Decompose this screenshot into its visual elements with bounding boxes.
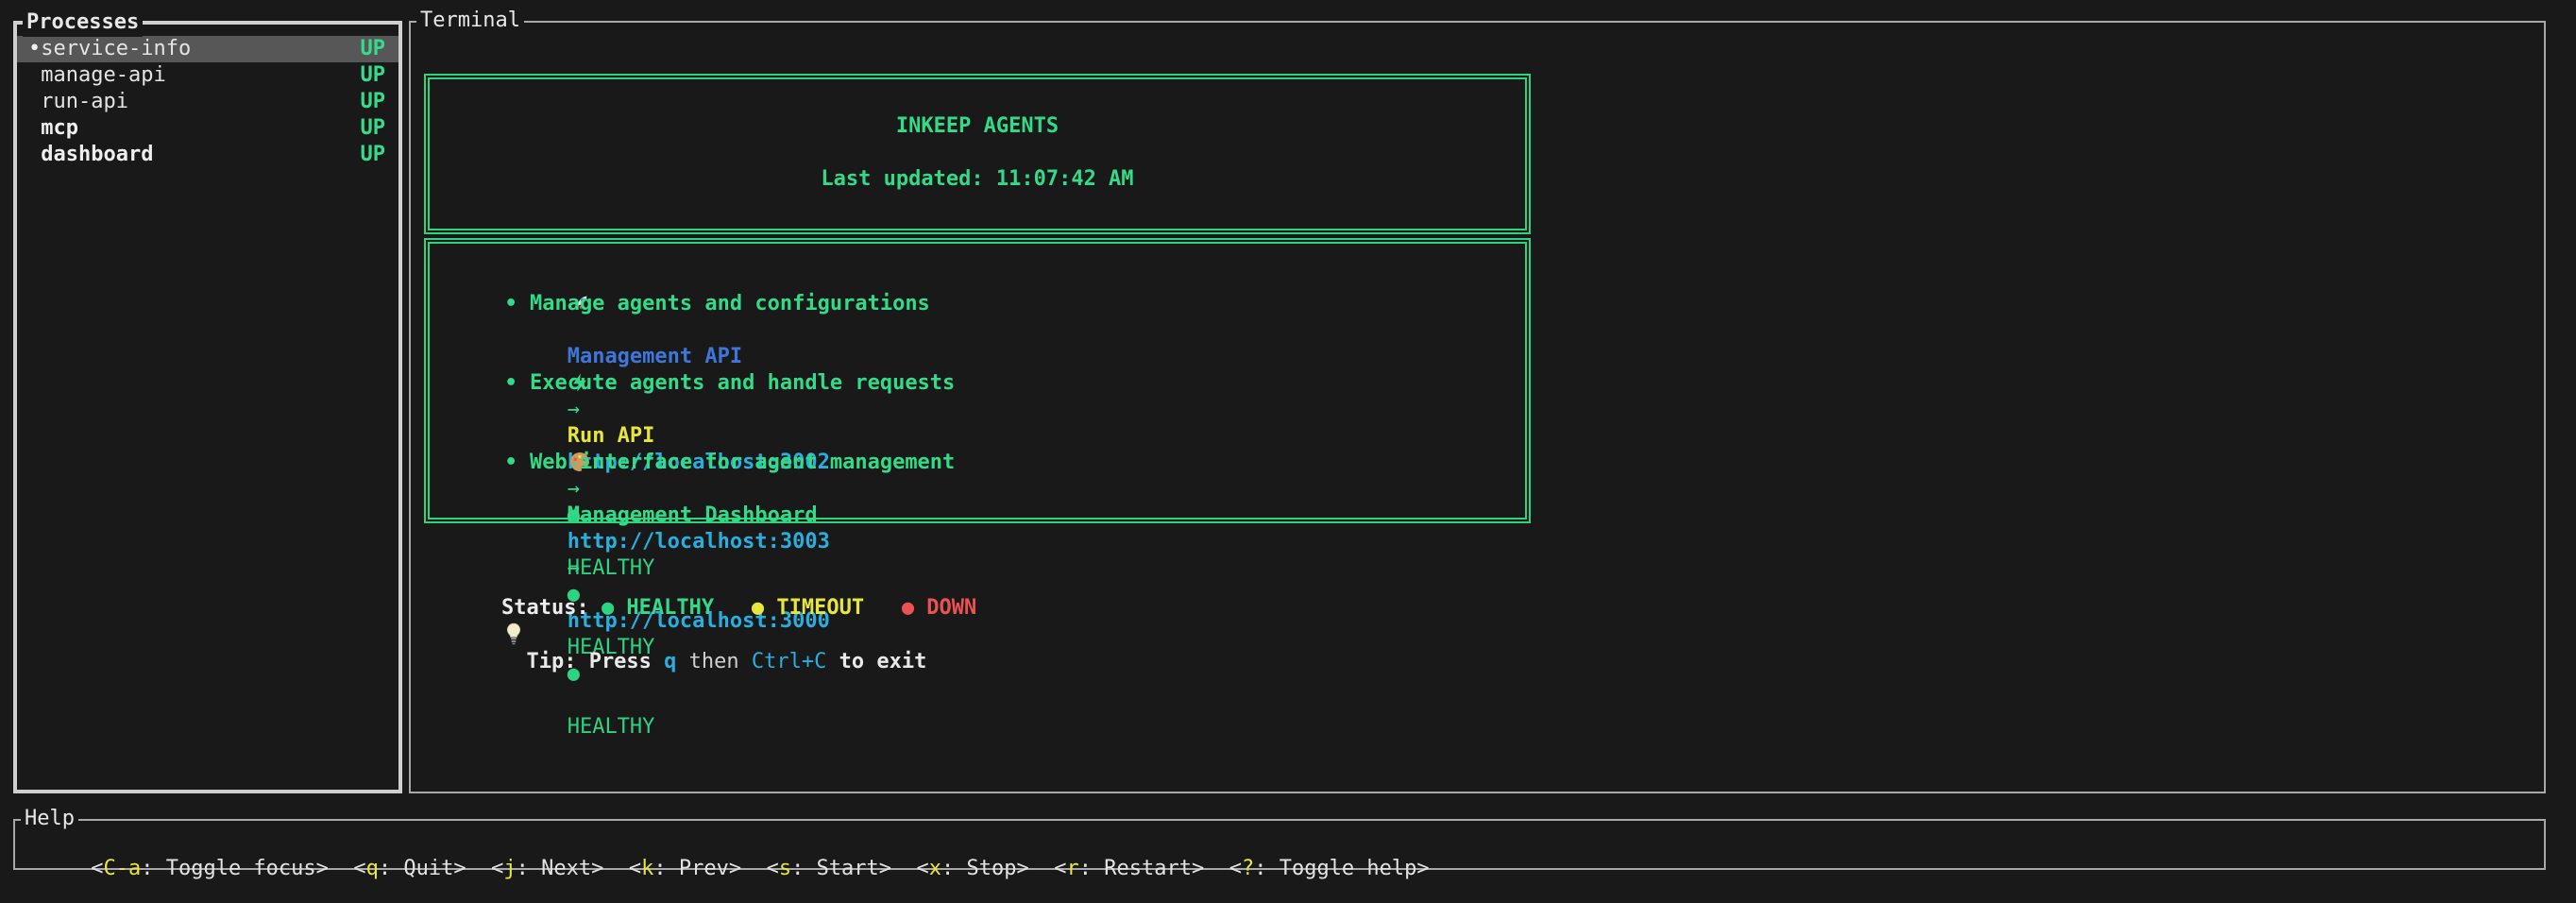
service-name: Management Dashboard — [568, 503, 818, 527]
service-description: • Web interface for agent management — [430, 450, 1525, 476]
tip-text: Tip: Press — [526, 650, 664, 673]
help-item-start: <s: Start> — [767, 857, 891, 880]
tip-line: Tip: Press q then Ctrl+C to exit — [451, 595, 926, 622]
service-name: Management API — [568, 345, 742, 368]
processes-panel-title: Processes — [23, 9, 143, 37]
tip-text: to exit — [826, 650, 926, 673]
process-status-badge: UP — [361, 115, 386, 142]
row-prefix — [28, 89, 41, 115]
service-management-api: Management API → http://localhost:3002 ●… — [430, 264, 1525, 317]
process-row-mcp[interactable]: mcp UP — [17, 115, 398, 142]
process-row-run-api[interactable]: run-api UP — [17, 89, 398, 115]
process-status-badge: UP — [361, 36, 386, 62]
tip-key-ctrl-c: Ctrl+C — [752, 650, 826, 673]
help-items: <C-a: Toggle focus> <q: Quit> <j: Next> <k:… — [15, 821, 2544, 903]
agents-header-box: INKEEP AGENTS Last updated: 11:07:42 AM — [424, 74, 1531, 234]
process-name: service-info — [41, 36, 191, 62]
service-description: • Execute agents and handle requests — [430, 370, 1525, 397]
terminal-panel: Terminal INKEEP AGENTS Last updated: 11:… — [409, 21, 2546, 793]
legend-down: DOWN — [926, 596, 976, 620]
processes-panel: Processes • service-info UP manage-api U… — [13, 21, 402, 793]
help-bar-title: Help — [21, 805, 78, 833]
process-row-manage-api[interactable]: manage-api UP — [17, 62, 398, 89]
row-prefix — [28, 142, 41, 168]
terminal-panel-title: Terminal — [416, 7, 524, 35]
help-item-prev: <k: Prev> — [629, 857, 741, 880]
process-name: run-api — [41, 89, 128, 115]
service-description: • Manage agents and configurations — [430, 291, 1525, 317]
services-box: Management API → http://localhost:3002 ●… — [424, 238, 1531, 523]
process-name: dashboard — [41, 142, 153, 168]
last-updated-text: Last updated: 11:07:42 AM — [430, 166, 1525, 193]
selected-bullet-icon: • — [28, 36, 41, 62]
tip-text: then — [676, 650, 751, 673]
help-item-next: <j: Next> — [491, 857, 603, 880]
process-row-service-info[interactable]: • service-info UP — [17, 36, 398, 62]
process-status-badge: UP — [361, 89, 386, 115]
agents-title: INKEEP AGENTS — [430, 113, 1525, 140]
row-prefix — [28, 115, 41, 142]
process-status-badge: UP — [361, 142, 386, 168]
help-item-toggle-focus: <C-a: Toggle focus> — [91, 857, 329, 880]
help-item-restart: <r: Restart> — [1054, 857, 1204, 880]
row-prefix — [28, 62, 41, 89]
service-name: Run API — [568, 424, 655, 448]
process-list: • service-info UP manage-api UP run-api … — [17, 25, 398, 168]
help-bar: Help <C-a: Toggle focus><q: Quit><j: Nex… — [13, 819, 2546, 870]
process-row-dashboard[interactable]: dashboard UP — [17, 142, 398, 168]
bulb-icon — [501, 622, 526, 649]
process-status-badge: UP — [361, 62, 386, 89]
service-health-status: HEALTHY — [568, 715, 655, 739]
status-legend: Status:●HEALTHY●TIMEOUT●DOWN — [451, 569, 976, 595]
tip-key-q: q — [664, 650, 676, 673]
help-item-stop: <x: Stop> — [917, 857, 1029, 880]
process-name: manage-api — [41, 62, 165, 89]
help-item-toggle-help: <?: Toggle help> — [1229, 857, 1430, 880]
tui-screen: { "colors": { "background": "#191919", "… — [0, 0, 2576, 903]
help-item-quit: <q: Quit> — [353, 857, 466, 880]
process-name: mcp — [41, 115, 78, 142]
